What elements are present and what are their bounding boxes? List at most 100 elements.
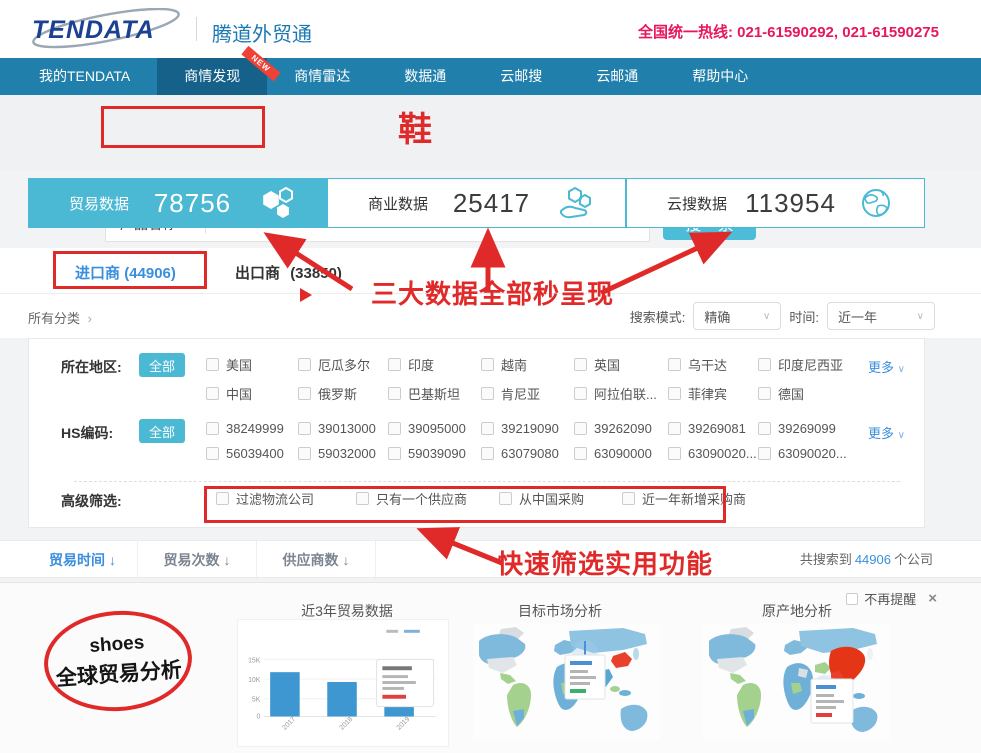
checkbox-icon[interactable]: [356, 492, 369, 505]
checkbox-icon[interactable]: [206, 387, 219, 400]
checkbox-icon[interactable]: [206, 422, 219, 435]
hs-more-link[interactable]: 更多 ∨: [868, 423, 905, 442]
region-checkbox-item[interactable]: 印度: [388, 355, 481, 374]
region-all-button[interactable]: 全部: [139, 353, 185, 377]
tab-importers[interactable]: 进口商 (44906): [75, 262, 176, 283]
hs-checkbox-item[interactable]: 59032000: [298, 446, 388, 461]
hs-checkbox-item[interactable]: 39269081: [668, 421, 758, 436]
region-checkbox-item[interactable]: 俄罗斯: [298, 384, 388, 403]
checkbox-icon[interactable]: [298, 358, 311, 371]
checkbox-icon[interactable]: [388, 358, 401, 371]
region-checkbox-item[interactable]: 中国: [206, 384, 298, 403]
hs-checkbox-item[interactable]: 39219090: [481, 421, 574, 436]
checkbox-icon[interactable]: [574, 387, 587, 400]
trade-3y-bar-chart[interactable]: 15K 10K 5K 0 2017 2018 2019: [237, 619, 449, 747]
checkbox-icon[interactable]: [206, 358, 219, 371]
dashed-divider: [74, 481, 900, 482]
checkbox-icon[interactable]: [216, 492, 229, 505]
time-range-label: 时间:: [789, 307, 819, 326]
hs-all-button[interactable]: 全部: [139, 419, 185, 443]
hs-checkbox-item[interactable]: 59039090: [388, 446, 481, 461]
hs-checkbox-item[interactable]: 63090020...: [668, 446, 758, 461]
checkbox-icon[interactable]: [758, 422, 771, 435]
checkbox-icon[interactable]: [481, 422, 494, 435]
region-checkbox-item[interactable]: 厄瓜多尔: [298, 355, 388, 374]
time-range-select[interactable]: 近一年 ∨: [827, 302, 935, 330]
advanced-checkbox-item[interactable]: 从中国采购: [499, 489, 584, 508]
advanced-checkbox-item[interactable]: 只有一个供应商: [356, 489, 467, 508]
nav-item-datahub[interactable]: 数据通: [377, 58, 473, 95]
nav-item-cloud-mail[interactable]: 云邮通: [569, 58, 665, 95]
region-checkbox-item[interactable]: 肯尼亚: [481, 384, 574, 403]
checkbox-icon[interactable]: [758, 447, 771, 460]
checkbox-icon[interactable]: [481, 447, 494, 460]
checkbox-icon[interactable]: [574, 358, 587, 371]
chevron-right-icon: ›: [88, 311, 92, 326]
region-checkbox-item[interactable]: 德国: [758, 384, 888, 403]
checkbox-icon[interactable]: [298, 447, 311, 460]
checkbox-icon[interactable]: [388, 447, 401, 460]
advanced-checkbox-item[interactable]: 过滤物流公司: [216, 489, 314, 508]
stat-value: 78756: [129, 188, 256, 219]
hs-checkbox-item[interactable]: 63090020...: [758, 446, 888, 461]
checkbox-icon[interactable]: [668, 358, 681, 371]
checkbox-icon[interactable]: [481, 387, 494, 400]
checkbox-label: 39262090: [594, 421, 652, 436]
advanced-checkbox-item[interactable]: 近一年新增采购商: [622, 489, 746, 508]
region-checkbox-item[interactable]: 菲律宾: [668, 384, 758, 403]
tab-exporters[interactable]: 出口商 (33850): [235, 262, 342, 283]
checkbox-icon[interactable]: [668, 447, 681, 460]
badge-caption: 全球贸易分析: [55, 654, 183, 693]
checkbox-icon[interactable]: [481, 358, 494, 371]
checkbox-icon[interactable]: [758, 358, 771, 371]
checkbox-icon[interactable]: [298, 422, 311, 435]
nav-item-discovery[interactable]: 商情发现 NEW: [157, 58, 267, 95]
stat-trade-data[interactable]: 贸易数据 78756: [28, 178, 327, 228]
checkbox-icon[interactable]: [574, 447, 587, 460]
checkbox-label: 从中国采购: [519, 489, 584, 508]
checkbox-icon[interactable]: [622, 492, 635, 505]
region-checkbox-item[interactable]: 巴基斯坦: [388, 384, 481, 403]
region-filter-label: 所在地区:: [61, 357, 122, 377]
sort-by-trade-time[interactable]: 贸易时间↓: [28, 541, 138, 579]
nav-item-cloud-mail-search[interactable]: 云邮搜: [473, 58, 569, 95]
region-checkbox-item[interactable]: 美国: [206, 355, 298, 374]
hs-checkbox-item[interactable]: 63090000: [574, 446, 668, 461]
nav-item-radar[interactable]: 商情雷达: [267, 58, 377, 95]
tendata-logo[interactable]: TENDATA: [26, 8, 196, 50]
checkbox-icon[interactable]: [574, 422, 587, 435]
sort-bar: 贸易时间↓ 贸易次数↓ 供应商数↓ 共搜索到44906个公司: [0, 540, 981, 578]
origin-analysis-map[interactable]: [703, 623, 890, 741]
region-checkbox-item[interactable]: 英国: [574, 355, 668, 374]
hs-checkbox-item[interactable]: 39262090: [574, 421, 668, 436]
checkbox-icon[interactable]: [668, 387, 681, 400]
region-checkbox-item[interactable]: 乌干达: [668, 355, 758, 374]
stat-business-data[interactable]: 商业数据 25417: [327, 178, 626, 228]
checkbox-icon[interactable]: [388, 387, 401, 400]
stat-cloud-search-data[interactable]: 云搜数据 113954: [626, 178, 925, 228]
hs-checkbox-item[interactable]: 39013000: [298, 421, 388, 436]
region-checkbox-item[interactable]: 阿拉伯联...: [574, 384, 668, 403]
stat-value: 25417: [428, 188, 555, 219]
sort-items: 贸易时间↓ 贸易次数↓ 供应商数↓: [28, 541, 376, 579]
search-mode-select[interactable]: 精确 ∨: [693, 302, 781, 330]
checkbox-icon[interactable]: [388, 422, 401, 435]
checkbox-icon[interactable]: [298, 387, 311, 400]
all-categories-link[interactable]: 所有分类 ›: [28, 308, 92, 327]
region-checkbox-item[interactable]: 越南: [481, 355, 574, 374]
target-market-map[interactable]: [473, 623, 660, 741]
close-icon[interactable]: ×: [928, 590, 937, 607]
nav-item-help-center[interactable]: 帮助中心: [665, 58, 775, 95]
hs-checkbox-item[interactable]: 38249999: [206, 421, 298, 436]
hs-checkbox-item[interactable]: 39095000: [388, 421, 481, 436]
hs-checkbox-item[interactable]: 56039400: [206, 446, 298, 461]
hs-checkbox-item[interactable]: 63079080: [481, 446, 574, 461]
nav-item-my-tendata[interactable]: 我的TENDATA: [12, 58, 157, 95]
sort-by-supplier-count[interactable]: 供应商数↓: [257, 541, 376, 579]
checkbox-icon[interactable]: [758, 387, 771, 400]
checkbox-icon[interactable]: [206, 447, 219, 460]
checkbox-icon[interactable]: [499, 492, 512, 505]
sort-by-trade-count[interactable]: 贸易次数↓: [138, 541, 257, 579]
region-more-link[interactable]: 更多 ∨: [868, 357, 905, 376]
checkbox-icon[interactable]: [668, 422, 681, 435]
